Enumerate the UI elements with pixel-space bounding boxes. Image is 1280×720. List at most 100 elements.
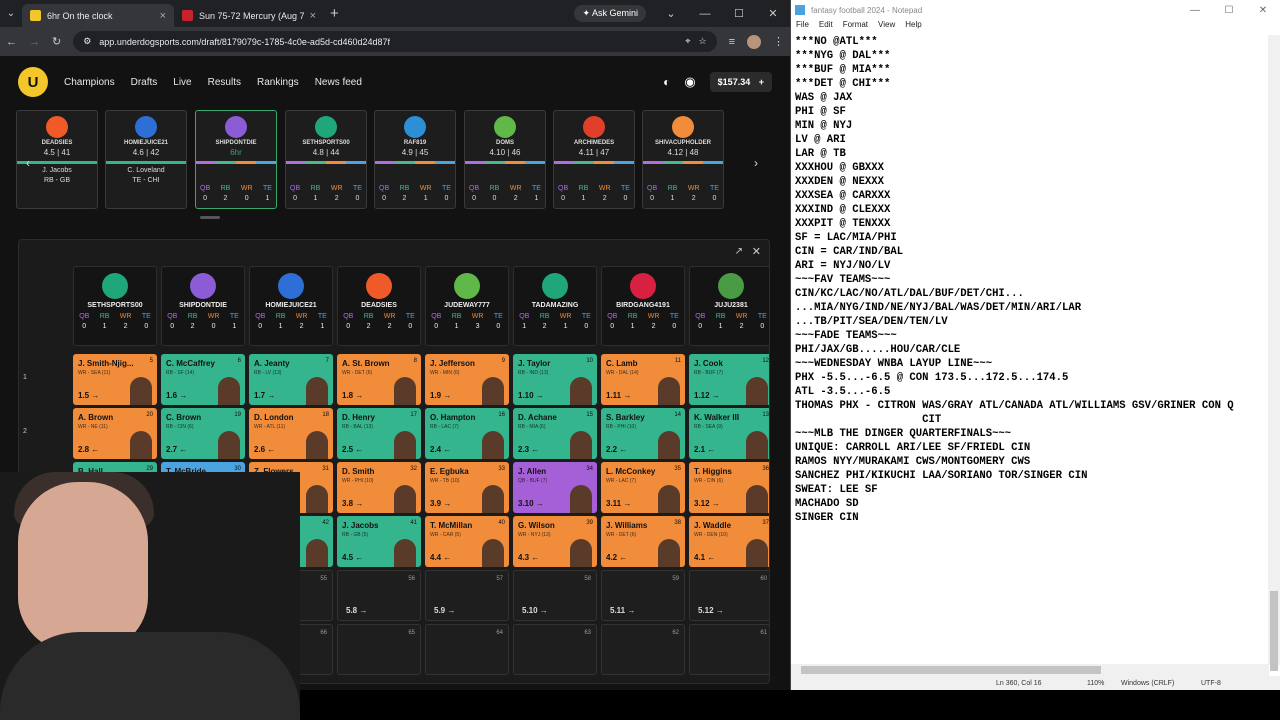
back-icon[interactable]: ← [6,36,17,48]
empty-pick-slot[interactable]: 60 5.12 → [689,570,769,621]
carousel-prev-icon[interactable]: ‹ [26,156,30,170]
balance-button[interactable]: $157.34 + [709,72,772,92]
empty-pick-slot[interactable]: 64 [425,624,509,675]
drafted-player-card[interactable]: J. Jefferson WR - MIN (6) 9 1.9 → [425,354,509,405]
drafted-player-card[interactable]: T. Higgins WR - CIN (6) 36 3.12 → [689,462,769,513]
drafted-player-card[interactable]: D. Henry RB - BAL (13) 17 2.5 ← [337,408,421,459]
team-column-header[interactable]: SETHSPORTS00 QB 0 RB 1 WR 2 TE 0 [73,266,157,346]
bookmark-star-icon[interactable]: ☆ [699,36,707,47]
drafted-player-card[interactable]: J. Waddle WR - DEN (10) 37 4.1 ← [689,516,769,567]
theme-toggle-icon[interactable]: ◐ [663,75,670,89]
drafted-player-card[interactable]: J. Cook RB - BUF (7) 12 1.12 → [689,354,769,405]
drafted-player-card[interactable]: D. Achane RB - MIA (6) 15 2.3 ← [513,408,597,459]
address-bar[interactable]: ⚙ app.underdogsports.com/draft/8179079c-… [73,31,717,52]
team-column-header[interactable]: DEADSIES QB 0 RB 2 WR 2 TE 0 [337,266,421,346]
drafted-player-card[interactable]: D. Smith WR - PHI (10) 32 3.8 → [337,462,421,513]
team-column-header[interactable]: JUJU2381 QB 0 RB 1 WR 2 TE 0 [689,266,769,346]
carousel-scroll-indicator[interactable] [200,216,220,219]
drafted-player-card[interactable]: L. McConkey WR - LAC (7) 35 3.11 → [601,462,685,513]
location-icon[interactable]: ⌖ [685,36,690,47]
media-icon[interactable]: ≡ [729,36,735,48]
account-icon[interactable]: ◉ [684,74,695,90]
nav-rankings[interactable]: Rankings [257,77,299,88]
maximize-icon[interactable]: ☐ [1212,5,1246,16]
drafted-player-card[interactable]: C. Lamb WR - DAL (14) 11 1.11 → [601,354,685,405]
drafted-player-card[interactable]: J. Williams WR - DET (6) 38 4.2 ← [601,516,685,567]
notepad-text-area[interactable]: ***NO @ATL*** ***NYG @ DAL*** ***BUF @ MIA… [795,35,1269,665]
new-tab-icon[interactable]: + [330,5,339,22]
empty-pick-slot[interactable]: 57 5.9 → [425,570,509,621]
underdog-logo[interactable]: U [18,67,48,97]
close-window-icon[interactable]: ✕ [756,7,790,20]
drafted-player-card[interactable]: O. Hampton RB - LAC (7) 16 2.4 ← [425,408,509,459]
menu-format[interactable]: Format [843,20,868,34]
expand-icon[interactable]: ↗ [735,246,743,257]
chevron-down-icon[interactable]: ⌄ [654,7,688,20]
drafted-player-card[interactable]: S. Barkley RB - PHI (10) 14 2.2 ← [601,408,685,459]
carousel-next-icon[interactable]: › [754,156,758,170]
minimize-icon[interactable]: — [688,8,722,20]
drafted-player-card[interactable]: A. Brown WR - NE (11) 20 2.8 ← [73,408,157,459]
ask-gemini-button[interactable]: ✦ Ask Gemini [574,5,646,22]
team-card[interactable]: RAF819 4.9 | 45 QB 0 RB 2 WR 1 TE 0 [374,110,456,209]
drafted-player-card[interactable]: A. St. Brown WR - DET (6) 8 1.8 → [337,354,421,405]
nav-results[interactable]: Results [208,77,241,88]
menu-edit[interactable]: Edit [819,20,833,34]
drafted-player-card[interactable]: J. Taylor RB - IND (13) 10 1.10 → [513,354,597,405]
empty-pick-slot[interactable]: 62 [601,624,685,675]
team-column-header[interactable]: HOMIEJUICE21 QB 0 RB 1 WR 2 TE 1 [249,266,333,346]
team-card[interactable]: SHIPDONTDIE 6hr QB 0 RB 2 WR 0 TE 1 [195,110,277,209]
team-column-header[interactable]: BIRDGANG4191 QB 0 RB 1 WR 2 TE 0 [601,266,685,346]
team-card[interactable]: SETHSPORTS00 4.8 | 44 QB 0 RB 1 WR 2 TE 0 [285,110,367,209]
close-window-icon[interactable]: ✕ [1246,5,1280,16]
minimize-icon[interactable]: — [1178,5,1212,16]
reload-icon[interactable]: ↻ [52,35,61,48]
site-info-icon[interactable]: ⚙ [83,36,91,47]
team-card[interactable]: ARCHIMEDES 4.11 | 47 QB 0 RB 1 WR 2 TE 0 [553,110,635,209]
close-board-icon[interactable]: ✕ [752,245,761,258]
nav-live[interactable]: Live [173,77,191,88]
drafted-player-card[interactable]: D. London WR - ATL (11) 18 2.6 ← [249,408,333,459]
drafted-player-card[interactable]: J. Jacobs RB - GB (5) 41 4.5 ← [337,516,421,567]
tab-draft[interactable]: 6hr On the clock × [22,4,174,27]
close-icon[interactable]: × [160,10,166,22]
team-column-header[interactable]: TADAMAZING QB 1 RB 2 WR 1 TE 0 [513,266,597,346]
empty-pick-slot[interactable]: 59 5.11 → [601,570,685,621]
team-card[interactable]: HOMIEJUICE21 4.6 | 42 C. Loveland TE - CHI [105,110,187,209]
drafted-player-card[interactable]: J. Allen QB - BUF (7) 34 3.10 → [513,462,597,513]
team-card[interactable]: SHIVACUPHOLDER 4.12 | 48 QB 0 RB 1 WR 2 TE 0 [642,110,724,209]
team-column-header[interactable]: SHIPDONTDIE QB 0 RB 2 WR 0 TE 1 [161,266,245,346]
empty-pick-slot[interactable]: 61 [689,624,769,675]
vertical-scrollbar[interactable] [1268,35,1280,671]
menu-file[interactable]: File [796,20,809,34]
nav-news-feed[interactable]: News feed [315,77,362,88]
drafted-player-card[interactable]: C. McCaffrey RB - SF (14) 6 1.6 → [161,354,245,405]
close-icon[interactable]: × [310,10,316,22]
drafted-player-card[interactable]: G. Wilson WR - NYJ (13) 39 4.3 ← [513,516,597,567]
forward-icon[interactable]: → [29,36,40,48]
menu-view[interactable]: View [878,20,895,34]
horizontal-scrollbar[interactable] [791,664,1269,676]
scroll-thumb[interactable] [801,666,1101,674]
drafted-player-card[interactable]: K. Walker III RB - SEA (9) 13 2.1 ← [689,408,769,459]
tab-score[interactable]: Sun 75-72 Mercury (Aug 7, 2025 × [174,4,324,27]
profile-avatar[interactable] [747,34,761,49]
empty-pick-slot[interactable]: 65 [337,624,421,675]
empty-pick-slot[interactable]: 63 [513,624,597,675]
drafted-player-card[interactable]: J. Smith-Njig... WR - SEA (11) 5 1.5 → [73,354,157,405]
drafted-player-card[interactable]: A. Jeanty RB - LV (13) 7 1.7 → [249,354,333,405]
team-card[interactable]: DOMS 4.10 | 46 QB 0 RB 0 WR 2 TE 1 [464,110,546,209]
menu-help[interactable]: Help [905,20,921,34]
drafted-player-card[interactable]: T. McMillan WR - CAR (5) 40 4.4 ← [425,516,509,567]
team-column-header[interactable]: JUDEWAY777 QB 0 RB 1 WR 3 TE 0 [425,266,509,346]
drafted-player-card[interactable]: C. Brown RB - CIN (6) 19 2.7 ← [161,408,245,459]
empty-pick-slot[interactable]: 56 5.8 → [337,570,421,621]
maximize-icon[interactable]: ☐ [722,7,756,20]
tab-search-icon[interactable]: ⌄ [0,8,22,19]
empty-pick-slot[interactable]: 58 5.10 → [513,570,597,621]
nav-drafts[interactable]: Drafts [131,77,158,88]
scroll-thumb[interactable] [1270,591,1278,671]
menu-icon[interactable]: ⋮ [773,35,784,48]
drafted-player-card[interactable]: E. Egbuka WR - TB (10) 33 3.9 → [425,462,509,513]
nav-champions[interactable]: Champions [64,77,115,88]
